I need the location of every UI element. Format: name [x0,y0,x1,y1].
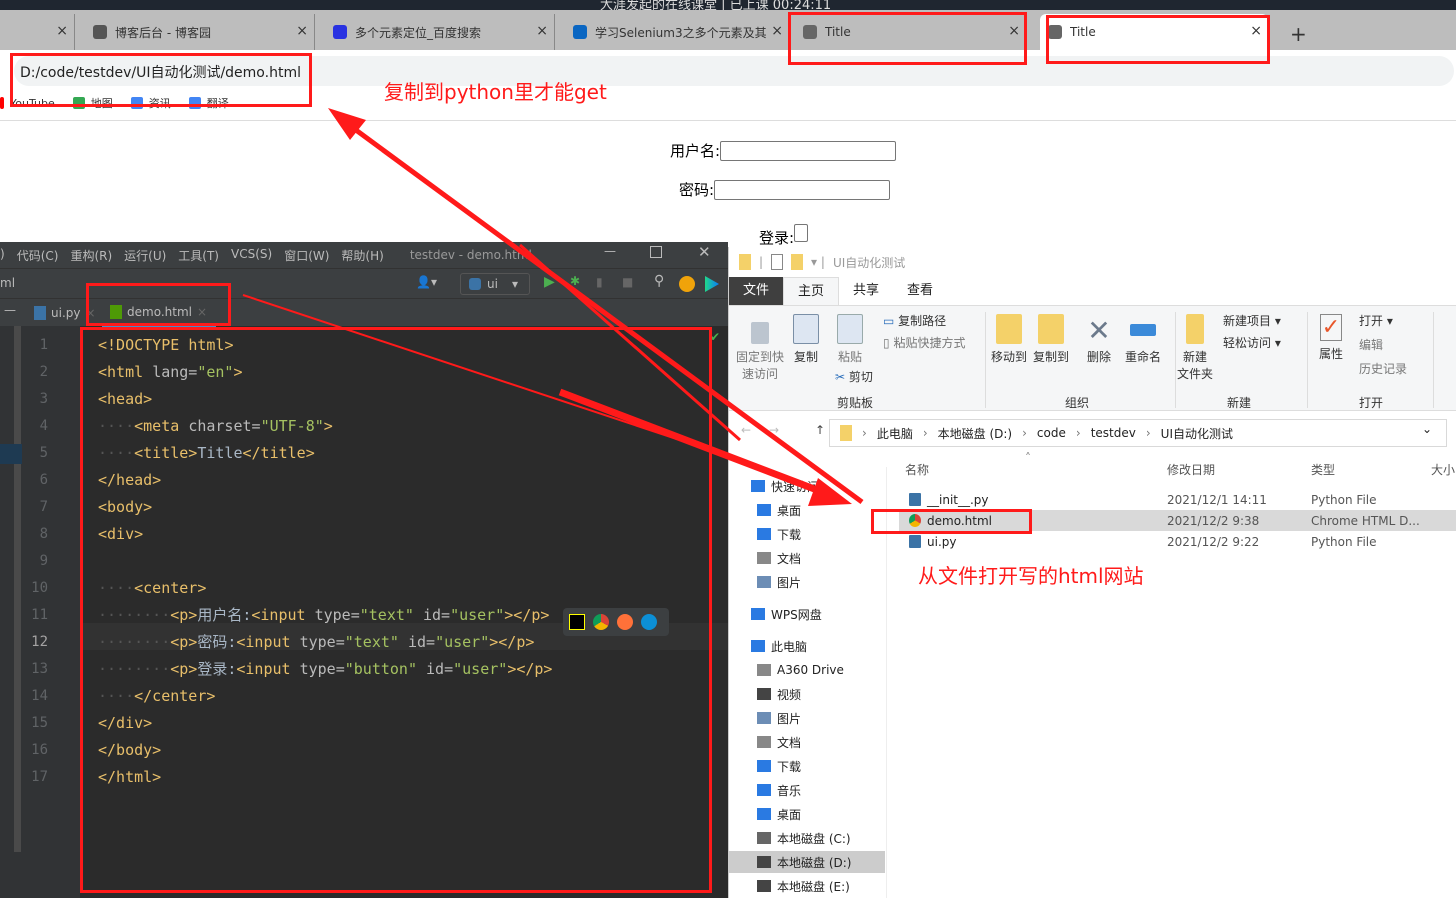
arrow-line [343,119,864,505]
annotation-arrows [242,108,864,506]
arrow-line [519,243,741,442]
arrow-line [558,388,832,499]
